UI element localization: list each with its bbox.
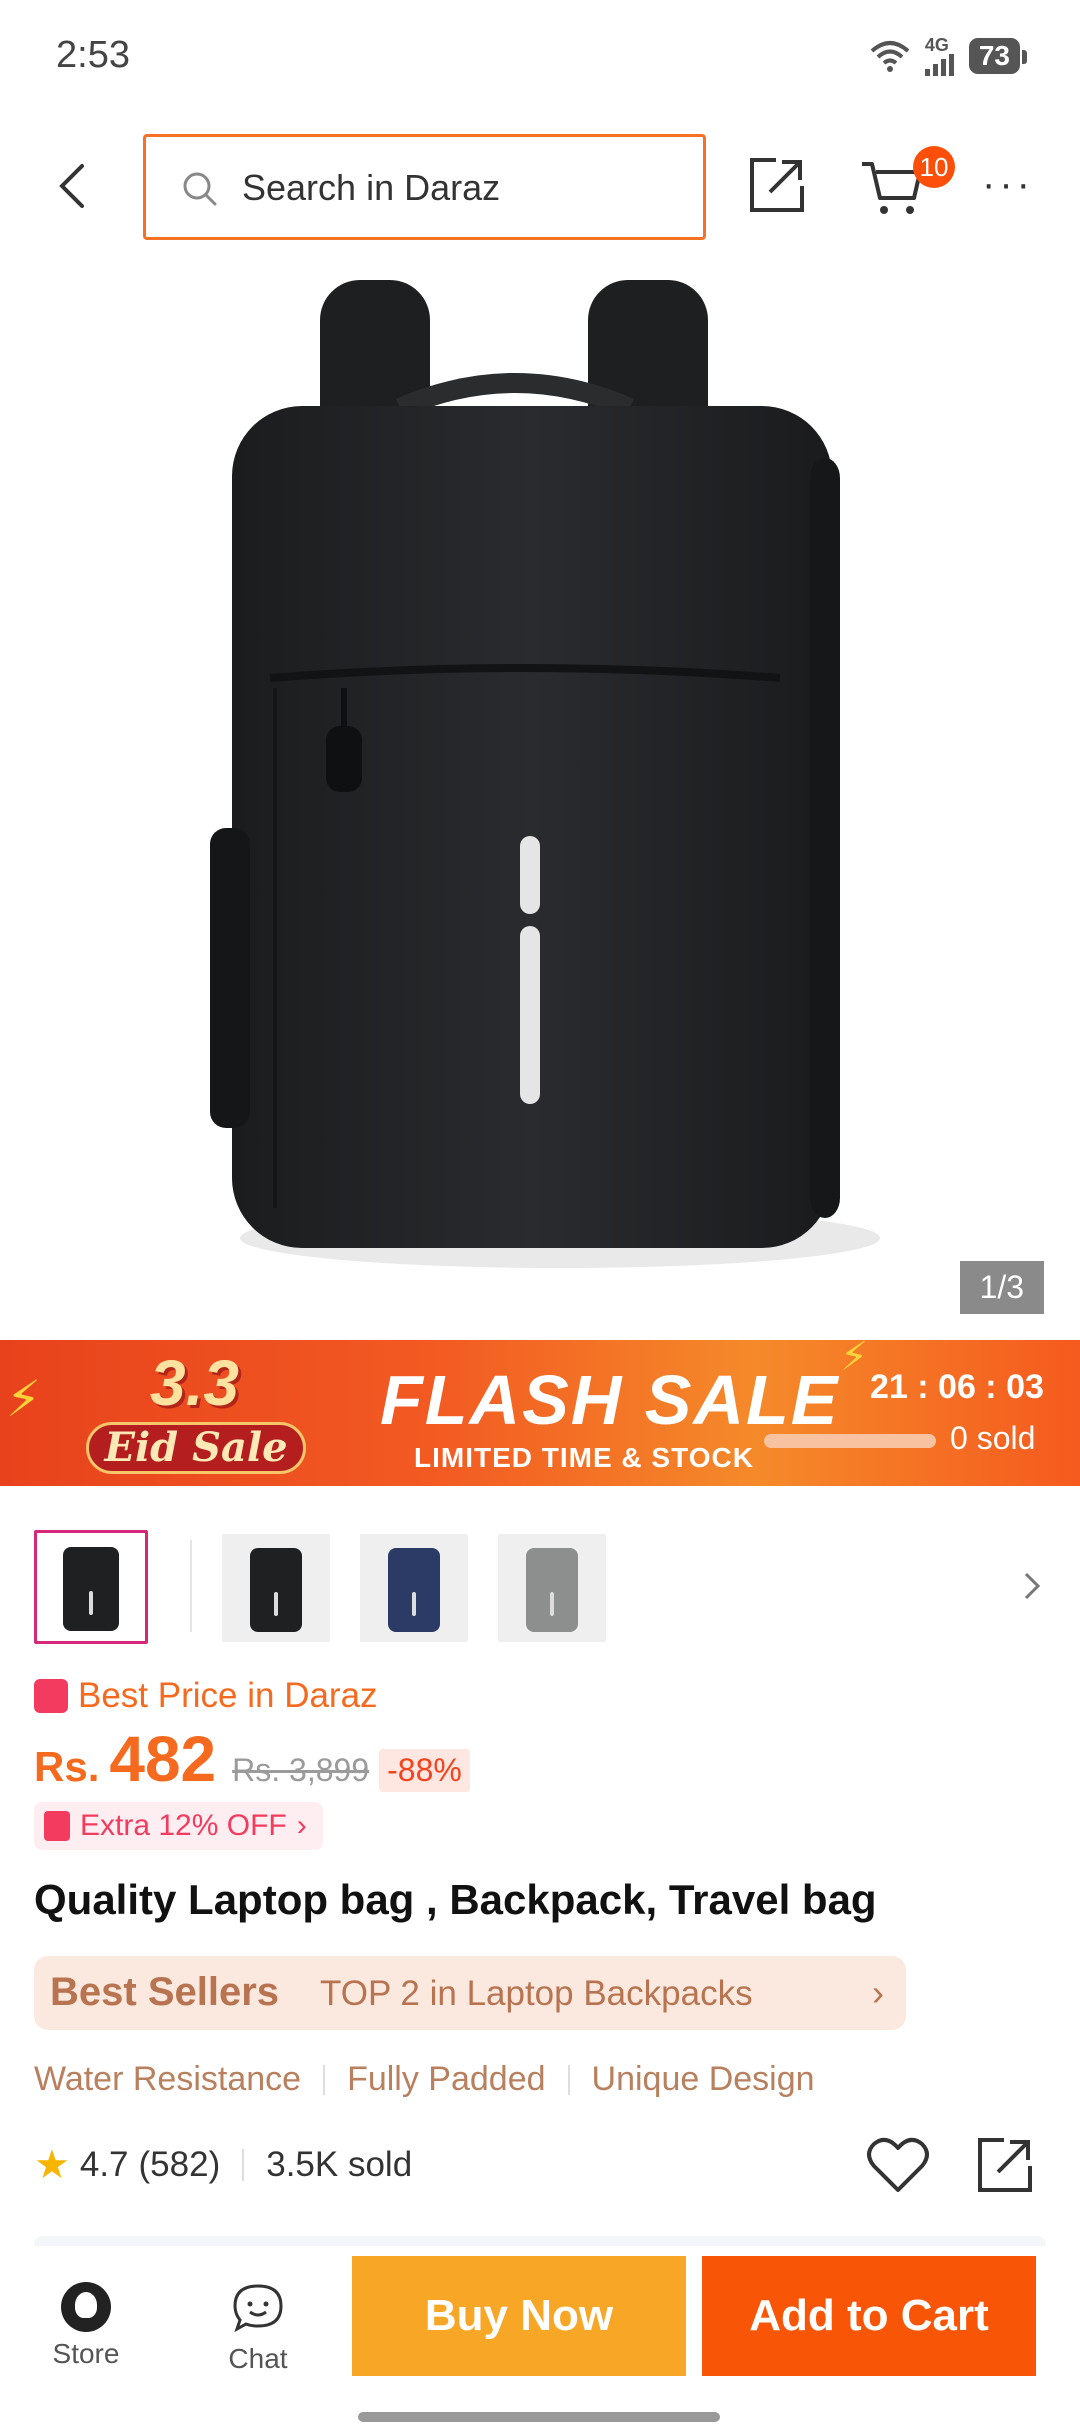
chevron-right-icon[interactable] [1018,1568,1046,1604]
search-bar[interactable]: Search in Daraz [143,134,706,240]
sold-progress-bar [764,1434,936,1448]
wifi-icon [870,41,910,72]
status-bar: 2:53 4G 73 [0,0,1080,115]
voucher-icon [44,1811,70,1841]
flash-sale-subtitle: LIMITED TIME & STOCK [414,1442,754,1473]
battery-indicator: 73 [968,38,1028,74]
rating-divider [242,2149,245,2181]
feature-tags: Water Resistance Fully Padded Unique Des… [34,2060,815,2099]
current-price: 482 [109,1723,217,1795]
image-counter: 1/3 [959,1261,1044,1314]
chevron-right-icon: › [872,1972,884,2013]
store-button[interactable]: Store [36,2282,136,2370]
home-indicator[interactable] [358,2412,720,2422]
best-price-icon [34,1679,68,1713]
bottom-action-bar: Store Chat Buy Now Add to Cart [0,2246,1080,2436]
review-count: (582) [138,2145,221,2184]
flash-sale-banner[interactable]: ⚡ ⚡ 3.3 Eid Sale FLASH SALE LIMITED TIME… [0,1340,1080,1486]
thumbnail-divider [190,1540,192,1632]
add-to-cart-button[interactable]: Add to Cart [702,2256,1036,2376]
backpack-thumb-icon [526,1548,578,1632]
feature-tag: Fully Padded [347,2060,546,2098]
countdown-timer: 21 : 06 : 03 [870,1368,1044,1406]
store-label: Store [52,2338,120,2369]
price-currency: Rs. [34,1743,100,1790]
sold-count-text: 3.5K sold [266,2145,413,2184]
back-arrow-icon[interactable] [44,156,104,216]
more-options-icon[interactable]: ··· [982,162,1034,207]
thumbnail-black-2[interactable] [222,1534,330,1642]
cart-count-badge: 10 [913,146,955,188]
feature-tag: Water Resistance [34,2060,302,2098]
star-icon: ★ [34,2143,70,2187]
status-time: 2:53 [56,34,130,76]
share-icon[interactable] [746,154,808,216]
thumbnail-navy[interactable] [360,1534,468,1642]
thumbnail-strip [34,1530,1054,1646]
best-price-label: Best Price in Daraz [78,1676,378,1715]
feature-divider [567,2064,570,2095]
best-price-tag: Best Price in Daraz [34,1676,378,1716]
discount-badge: -88% [379,1749,470,1792]
feature-tag: Unique Design [591,2060,815,2098]
chat-button[interactable]: Chat [208,2282,308,2375]
chat-label: Chat [228,2343,288,2374]
backpack-image [210,280,880,1268]
chat-icon [233,2284,283,2333]
thumbnail-black-1[interactable] [34,1530,148,1644]
thumbnail-grey[interactable] [498,1534,606,1642]
search-placeholder: Search in Daraz [242,167,501,208]
eid-number: 3.3 [150,1347,239,1419]
extra-offer-label: Extra 12% OFF [80,1809,287,1842]
original-price: Rs. 3,899 [232,1752,370,1788]
product-title: Quality Laptop bag , Backpack, Travel ba… [34,1876,877,1923]
product-image-gallery[interactable]: 1/3 [0,258,1080,1340]
best-sellers-label: Best Sellers [50,1970,280,2014]
sold-count: 0 sold [950,1420,1036,1456]
chevron-right-icon: › [296,1809,307,1842]
search-icon [183,172,217,206]
rating-value: 4.7 [79,2145,129,2184]
bolt-icon: ⚡ [840,1340,869,1379]
store-icon [61,2282,111,2332]
rating-row[interactable]: ★ 4.7 (582) 3.5K sold [34,2142,412,2188]
share-icon[interactable] [974,2134,1036,2196]
best-sellers-rank-text: TOP 2 in Laptop Backpacks [320,1974,753,2013]
backpack-thumb-icon [388,1548,440,1632]
section-divider [34,2236,1046,2246]
feature-divider [323,2064,326,2095]
status-icons: 4G 73 [869,36,1028,76]
backpack-thumb-icon [250,1548,302,1632]
best-sellers-rank[interactable]: Best Sellers TOP 2 in Laptop Backpacks › [34,1956,906,2030]
cellular-icon: 4G [924,36,955,76]
price-row: Rs. 482 Rs. 3,899 -88% [34,1722,470,1796]
bolt-icon: ⚡ [6,1371,42,1427]
flash-sale-title: FLASH SALE [380,1361,840,1439]
wishlist-heart-icon[interactable] [866,2136,930,2194]
extra-offer-tag[interactable]: Extra 12% OFF › [34,1802,323,1850]
top-header: Search in Daraz 10 ··· [0,134,1080,240]
buy-now-button[interactable]: Buy Now [352,2256,686,2376]
backpack-thumb-icon [63,1547,119,1631]
eid-sale-label: Eid Sale [86,1422,306,1474]
